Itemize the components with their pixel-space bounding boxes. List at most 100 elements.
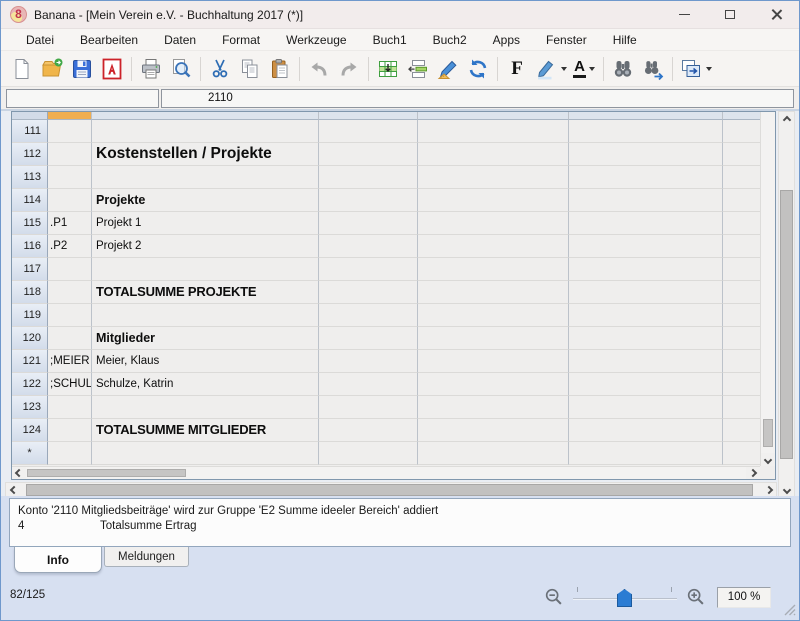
grid-cell[interactable] — [723, 327, 760, 350]
maximize-button[interactable] — [707, 1, 753, 28]
row-number-cell[interactable]: 116 — [12, 235, 48, 258]
save-button[interactable] — [67, 54, 97, 84]
grid-cell[interactable] — [319, 304, 418, 327]
grid-cell[interactable] — [418, 304, 569, 327]
view-horizontal-scrollbar-thumb[interactable] — [26, 484, 753, 496]
grid-cell[interactable] — [319, 396, 418, 419]
print-preview-button[interactable] — [166, 54, 196, 84]
header-cell[interactable] — [569, 112, 723, 120]
open-file-button[interactable] — [37, 54, 67, 84]
edit-cell-button[interactable] — [433, 54, 463, 84]
grid-cell[interactable] — [569, 120, 723, 143]
grid-cell[interactable] — [569, 350, 723, 373]
grid-cell[interactable] — [569, 419, 723, 442]
grid-cell[interactable]: .P1 — [48, 212, 92, 235]
menu-apps[interactable]: Apps — [480, 31, 533, 49]
grid-cell[interactable] — [418, 419, 569, 442]
grid-cell[interactable] — [319, 258, 418, 281]
grid-cell[interactable] — [48, 327, 92, 350]
undo-button[interactable] — [304, 54, 334, 84]
grid-cell[interactable] — [723, 235, 760, 258]
grid-cell[interactable] — [569, 396, 723, 419]
zoom-percentage-box[interactable]: 100 % — [717, 587, 771, 608]
row-number-cell[interactable]: 123 — [12, 396, 48, 419]
grid-cell[interactable] — [48, 143, 92, 166]
switch-window-button[interactable] — [677, 54, 714, 84]
grid-cell[interactable]: Meier, Klaus — [92, 350, 319, 373]
grid-cell[interactable] — [418, 143, 569, 166]
cell-reference-box[interactable] — [6, 89, 159, 108]
row-number-cell[interactable]: 118 — [12, 281, 48, 304]
grid-cell[interactable] — [319, 143, 418, 166]
grid-cell[interactable] — [723, 350, 760, 373]
view-scroll-left-button[interactable] — [6, 483, 21, 497]
find-button[interactable] — [608, 54, 638, 84]
grid-cell[interactable] — [569, 258, 723, 281]
menu-hilfe[interactable]: Hilfe — [600, 31, 650, 49]
row-number-cell[interactable]: 121 — [12, 350, 48, 373]
grid-cell[interactable] — [92, 442, 319, 465]
view-scroll-up-button[interactable] — [779, 112, 794, 127]
grid-cell[interactable] — [723, 373, 760, 396]
menu-bearbeiten[interactable]: Bearbeiten — [67, 31, 151, 49]
grid-cell[interactable]: Mitglieder — [92, 327, 319, 350]
row-number-cell[interactable]: 112 — [12, 143, 48, 166]
grid-cell[interactable] — [418, 212, 569, 235]
grid-cell[interactable] — [569, 327, 723, 350]
bold-button[interactable]: F — [502, 54, 532, 84]
cell-value-box[interactable]: 2110 — [161, 89, 794, 108]
grid-cell[interactable] — [418, 258, 569, 281]
grid-cell[interactable] — [48, 258, 92, 281]
redo-button[interactable] — [334, 54, 364, 84]
menu-datei[interactable]: Datei — [13, 31, 67, 49]
recalculate-button[interactable] — [463, 54, 493, 84]
grid-cell[interactable] — [418, 396, 569, 419]
grid-cell[interactable] — [48, 166, 92, 189]
paste-button[interactable] — [265, 54, 295, 84]
grid-cell[interactable] — [319, 350, 418, 373]
row-number-cell[interactable]: 111 — [12, 120, 48, 143]
minimize-button[interactable] — [661, 1, 707, 28]
grid-cell[interactable] — [569, 235, 723, 258]
menu-daten[interactable]: Daten — [151, 31, 209, 49]
row-number-cell[interactable]: 124 — [12, 419, 48, 442]
grid-vertical-scrollbar[interactable] — [760, 112, 775, 466]
grid-cell[interactable] — [92, 166, 319, 189]
view-scroll-down-button[interactable] — [779, 482, 794, 497]
font-color-button[interactable]: A — [569, 54, 599, 84]
grid-cell[interactable]: Projekt 1 — [92, 212, 319, 235]
grid-cell[interactable] — [319, 373, 418, 396]
grid-cell[interactable] — [319, 281, 418, 304]
grid-cell[interactable]: Projekte — [92, 189, 319, 212]
grid-cell[interactable] — [723, 166, 760, 189]
grid-cell[interactable] — [418, 189, 569, 212]
grid-cell[interactable] — [319, 442, 418, 465]
header-cell[interactable] — [319, 112, 418, 120]
row-number-cell[interactable]: 113 — [12, 166, 48, 189]
view-vertical-scrollbar[interactable] — [778, 111, 795, 498]
zoom-out-icon[interactable] — [543, 586, 565, 608]
cut-button[interactable] — [205, 54, 235, 84]
menu-fenster[interactable]: Fenster — [533, 31, 600, 49]
grid-cell[interactable] — [48, 304, 92, 327]
grid-cell[interactable] — [569, 304, 723, 327]
row-number-cell[interactable]: 120 — [12, 327, 48, 350]
grid-cell[interactable] — [723, 212, 760, 235]
grid-cell[interactable]: ;MEIER — [48, 350, 92, 373]
grid-horizontal-scrollbar-thumb[interactable] — [27, 469, 186, 477]
grid-cell[interactable] — [723, 442, 760, 465]
row-number-cell[interactable]: 117 — [12, 258, 48, 281]
grid-cell[interactable] — [48, 120, 92, 143]
grid-cell[interactable] — [48, 419, 92, 442]
grid-cell[interactable] — [418, 166, 569, 189]
new-document-button[interactable] — [7, 54, 37, 84]
grid-cell[interactable] — [319, 212, 418, 235]
grid-cell[interactable] — [569, 143, 723, 166]
row-number-cell[interactable]: * — [12, 442, 48, 465]
grid-cell[interactable]: TOTALSUMME PROJEKTE — [92, 281, 319, 304]
grid-cell[interactable] — [418, 442, 569, 465]
grid-cell[interactable] — [319, 189, 418, 212]
grid-cell[interactable] — [723, 143, 760, 166]
insert-copied-rows-button[interactable] — [373, 54, 403, 84]
grid-cell[interactable]: Kostenstellen / Projekte — [92, 143, 319, 166]
